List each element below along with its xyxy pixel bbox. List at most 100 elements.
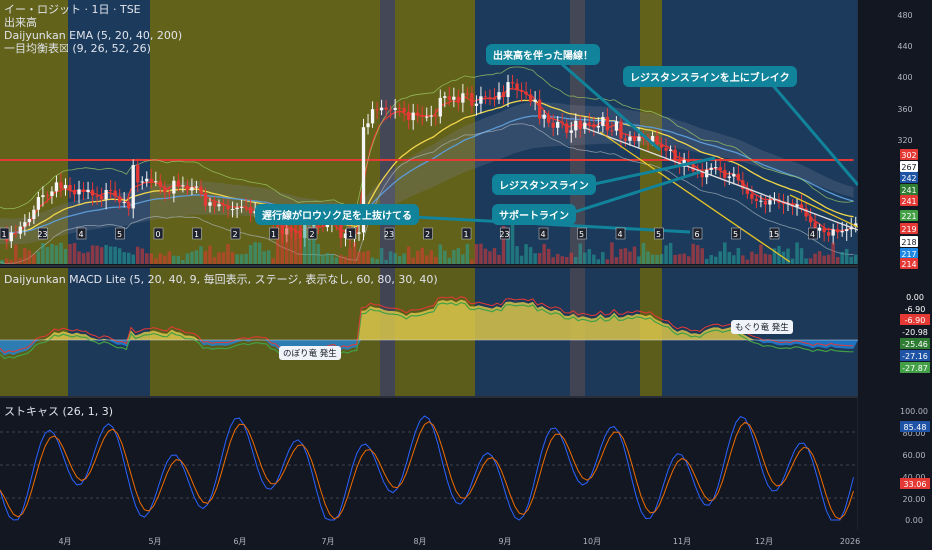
event-marker-label: 0 bbox=[155, 230, 160, 239]
volume-bar bbox=[199, 246, 203, 264]
candle-body bbox=[420, 115, 424, 117]
candle-body bbox=[221, 204, 226, 206]
candle-body bbox=[127, 201, 131, 209]
candle-body bbox=[709, 167, 713, 170]
volume-bar bbox=[424, 255, 429, 264]
volume-legend[interactable]: 出来高 bbox=[4, 16, 37, 29]
price-tag-label: 214 bbox=[901, 260, 916, 269]
volume-bar bbox=[316, 244, 321, 264]
volume-bar bbox=[533, 253, 537, 264]
stoch-axis-label: 20.00 bbox=[903, 495, 926, 504]
event-marker-label: 4 bbox=[810, 230, 815, 239]
volume-bar bbox=[713, 256, 718, 264]
price-tick-label: 440 bbox=[897, 42, 912, 51]
candle-body bbox=[759, 200, 763, 202]
volume-bar bbox=[637, 256, 641, 264]
annotation-resistance-break[interactable]: レジスタンスラインを上にブレイク bbox=[623, 66, 797, 87]
candle-body bbox=[248, 206, 253, 214]
ichimoku-legend[interactable]: 一目均衡表☒ (9, 26, 52, 26) bbox=[4, 42, 151, 55]
volume-bar bbox=[239, 254, 244, 264]
macd-axis-label: -27.16 bbox=[902, 352, 928, 361]
price-tick-label: 360 bbox=[897, 105, 912, 114]
symbol-title[interactable]: イー・ロジット · 1日 · TSE bbox=[4, 3, 141, 16]
price-tag-label: 217 bbox=[901, 250, 916, 259]
volume-bar bbox=[63, 248, 68, 264]
volume-bar bbox=[86, 252, 90, 264]
time-axis-label: 9月 bbox=[498, 537, 511, 546]
event-marker-label: 4 bbox=[617, 230, 622, 239]
volume-bar bbox=[745, 259, 750, 264]
candle-body bbox=[836, 229, 840, 233]
stoch-tag-label: 85.48 bbox=[904, 423, 927, 432]
volume-bar bbox=[131, 254, 135, 264]
stochastic-legend[interactable]: ストキャス (26, 1, 3) bbox=[4, 405, 113, 418]
time-axis-label: 12月 bbox=[755, 537, 773, 546]
event-marker-label: 5 bbox=[656, 230, 661, 239]
candle-body bbox=[72, 190, 77, 195]
volume-bar bbox=[763, 253, 768, 264]
volume-bar bbox=[158, 253, 163, 264]
stoch-axis-label: 100.00 bbox=[900, 407, 928, 416]
volume-bar bbox=[650, 254, 655, 264]
candle-body bbox=[578, 120, 582, 129]
volume-bar bbox=[289, 225, 294, 264]
candle-body bbox=[14, 232, 18, 234]
stoch-tag-label: 33.06 bbox=[904, 480, 927, 489]
annotation-resistance[interactable]: レジスタンスライン bbox=[492, 174, 596, 195]
candle-body bbox=[723, 170, 727, 178]
candle-body bbox=[163, 186, 167, 193]
volume-bar bbox=[145, 253, 149, 264]
volume-bar bbox=[108, 246, 113, 264]
candle-body bbox=[316, 225, 321, 227]
annotation-lagging-span[interactable]: 遅行線がロウソク足を上抜けてる bbox=[255, 204, 419, 225]
volume-bar bbox=[352, 242, 357, 264]
volume-bar bbox=[221, 252, 226, 264]
candle-body bbox=[416, 112, 420, 116]
event-marker-label: 1 bbox=[1, 230, 6, 239]
macd-axis-label: -27.87 bbox=[902, 364, 928, 373]
volume-bar bbox=[325, 253, 330, 264]
candle-body bbox=[176, 180, 181, 186]
candle-body bbox=[519, 89, 524, 92]
volume-bar bbox=[723, 242, 727, 264]
volume-bar bbox=[32, 254, 36, 264]
volume-bar bbox=[81, 253, 86, 264]
candle-body bbox=[668, 149, 673, 151]
annotation-bullish-volume[interactable]: 出来高を伴った陽線！ bbox=[486, 44, 600, 65]
volume-bar bbox=[822, 255, 826, 264]
volume-bar bbox=[537, 253, 542, 264]
volume-bar bbox=[641, 243, 646, 264]
candle-body bbox=[510, 82, 515, 84]
candle-body bbox=[822, 227, 826, 233]
candle-body bbox=[727, 176, 731, 178]
annotation-support[interactable]: サポートライン bbox=[492, 204, 576, 225]
ema-legend[interactable]: Daijyunkan EMA (5, 20, 40, 200) bbox=[4, 29, 182, 42]
time-axis-label: 10月 bbox=[583, 537, 601, 546]
volume-bar bbox=[732, 255, 736, 264]
volume-bar bbox=[375, 258, 379, 264]
volume-bar bbox=[587, 248, 592, 264]
volume-bar bbox=[0, 260, 5, 264]
macd-legend[interactable]: Daijyunkan MACD Lite (5, 20, 40, 9, 毎回表示… bbox=[4, 273, 438, 286]
candle-body bbox=[768, 200, 772, 205]
volume-bar bbox=[551, 257, 555, 264]
volume-bar bbox=[217, 252, 221, 264]
candle-body bbox=[154, 181, 158, 183]
volume-bar bbox=[99, 247, 104, 264]
volume-bar bbox=[465, 243, 470, 264]
macd-axis-label: -25.46 bbox=[902, 340, 928, 349]
candle-body bbox=[556, 121, 560, 128]
candle-body bbox=[9, 232, 13, 242]
candle-body bbox=[217, 204, 221, 207]
volume-bar bbox=[104, 244, 108, 264]
candle-body bbox=[388, 109, 393, 111]
volume-bar bbox=[208, 245, 212, 264]
volume-bar bbox=[831, 242, 835, 264]
candle-body bbox=[393, 107, 397, 110]
candle-body bbox=[619, 121, 623, 139]
price-tag-label: 267 bbox=[901, 163, 916, 172]
volume-bar bbox=[415, 250, 420, 264]
volume-bar bbox=[632, 246, 637, 264]
candle-body bbox=[375, 109, 379, 111]
candle-body bbox=[438, 97, 442, 117]
